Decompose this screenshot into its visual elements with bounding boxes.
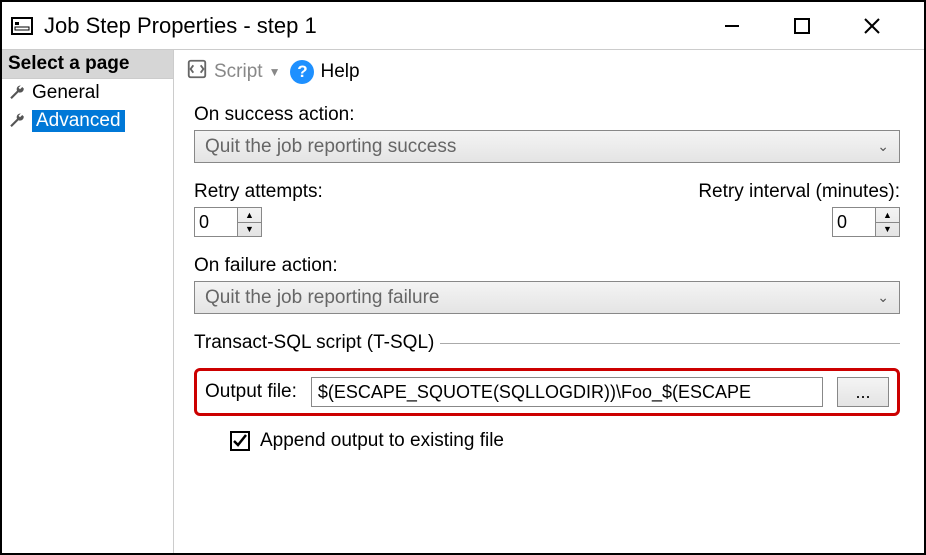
main-area: Select a page General Advanced Script ▼ (2, 50, 924, 553)
sidebar: Select a page General Advanced (2, 50, 174, 553)
output-file-label: Output file: (205, 381, 297, 403)
title-bar: Job Step Properties - step 1 (2, 2, 924, 50)
retry-interval-label: Retry interval (minutes): (698, 181, 900, 203)
script-label: Script (214, 61, 263, 83)
on-success-value: Quit the job reporting success (205, 136, 456, 158)
on-success-dropdown[interactable]: Quit the job reporting success ⌄ (194, 130, 900, 163)
tsql-group-label: Transact-SQL script (T-SQL) (194, 332, 900, 354)
chevron-down-icon: ⌄ (877, 138, 889, 155)
help-label: Help (320, 61, 359, 83)
script-button[interactable]: Script ▼ (186, 58, 280, 86)
retry-attempts-spinner[interactable]: ▲ ▼ (194, 207, 262, 237)
retry-attempts-input[interactable] (195, 208, 237, 236)
window-controls (712, 6, 916, 46)
help-button[interactable]: ? Help (290, 60, 359, 84)
form-area: On success action: Quit the job reportin… (174, 94, 924, 452)
toolbar: Script ▼ ? Help (174, 50, 924, 94)
chevron-down-icon: ⌄ (877, 289, 889, 306)
script-icon (186, 58, 208, 86)
append-checkbox[interactable] (230, 431, 250, 451)
content-panel: Script ▼ ? Help On success action: Quit … (174, 50, 924, 553)
output-file-input[interactable] (311, 377, 823, 407)
sidebar-item-label: Advanced (32, 110, 125, 132)
sidebar-header: Select a page (2, 50, 173, 79)
on-failure-dropdown[interactable]: Quit the job reporting failure ⌄ (194, 281, 900, 314)
tsql-label-text: Transact-SQL script (T-SQL) (194, 332, 434, 354)
close-button[interactable] (852, 6, 892, 46)
spinner-down-icon[interactable]: ▼ (876, 223, 899, 237)
retry-interval-input[interactable] (833, 208, 875, 236)
maximize-button[interactable] (782, 6, 822, 46)
output-file-row: Output file: ... (194, 368, 900, 416)
append-checkbox-row[interactable]: Append output to existing file (194, 430, 900, 452)
retry-attempts-group: Retry attempts: ▲ ▼ (194, 181, 323, 237)
sidebar-item-advanced[interactable]: Advanced (2, 107, 173, 135)
retry-interval-spinner[interactable]: ▲ ▼ (832, 207, 900, 237)
on-failure-value: Quit the job reporting failure (205, 287, 439, 309)
browse-label: ... (855, 382, 870, 403)
wrench-icon (8, 112, 26, 130)
on-success-label: On success action: (194, 104, 900, 126)
retry-row: Retry attempts: ▲ ▼ Retry interval (minu… (194, 181, 900, 237)
window-title: Job Step Properties - step 1 (44, 13, 712, 39)
chevron-down-icon: ▼ (269, 65, 281, 79)
sidebar-item-general[interactable]: General (2, 79, 173, 107)
append-label: Append output to existing file (260, 430, 504, 452)
browse-button[interactable]: ... (837, 377, 889, 407)
sidebar-item-label: General (32, 82, 100, 104)
divider (440, 343, 900, 344)
spinner-up-icon[interactable]: ▲ (876, 208, 899, 223)
help-icon: ? (290, 60, 314, 84)
retry-attempts-label: Retry attempts: (194, 181, 323, 203)
retry-interval-group: Retry interval (minutes): ▲ ▼ (698, 181, 900, 237)
spinner-down-icon[interactable]: ▼ (238, 223, 261, 237)
on-failure-label: On failure action: (194, 255, 900, 277)
spinner-up-icon[interactable]: ▲ (238, 208, 261, 223)
check-icon (232, 433, 248, 449)
app-icon (10, 14, 34, 38)
wrench-icon (8, 84, 26, 102)
minimize-button[interactable] (712, 6, 752, 46)
